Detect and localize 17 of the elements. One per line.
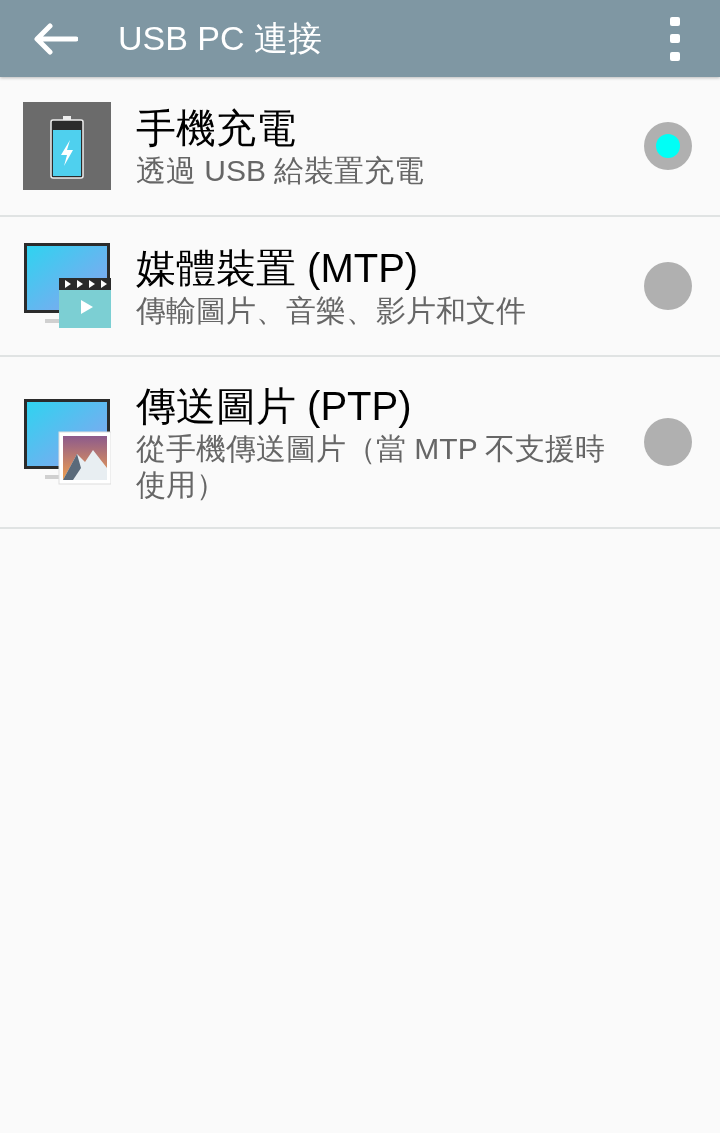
more-options-icon[interactable] [668, 16, 682, 61]
radio-button[interactable] [644, 122, 692, 170]
usb-mode-option[interactable]: 傳送圖片 (PTP) 從手機傳送圖片（當 MTP 不支援時使用） [0, 357, 720, 529]
battery-icon [23, 102, 111, 190]
monitor-photo-icon [23, 398, 111, 486]
option-title: 媒體裝置 (MTP) [136, 245, 420, 292]
option-description: 透過 USB 給裝置充電 [136, 153, 426, 189]
option-title: 傳送圖片 (PTP) [136, 383, 413, 430]
screen-title: USB PC 連接 [118, 18, 324, 59]
radio-button[interactable] [644, 418, 692, 466]
usb-mode-option[interactable]: 手機充電 透過 USB 給裝置充電 [0, 77, 720, 217]
option-description: 從手機傳送圖片（當 MTP 不支援時使用） [136, 431, 606, 503]
usb-mode-option[interactable]: 媒體裝置 (MTP) 傳輸圖片、音樂、影片和文件 [0, 217, 720, 357]
monitor-video-icon [23, 242, 111, 330]
option-title: 手機充電 [136, 105, 297, 152]
radio-button[interactable] [644, 262, 692, 310]
option-description: 傳輸圖片、音樂、影片和文件 [136, 293, 527, 329]
